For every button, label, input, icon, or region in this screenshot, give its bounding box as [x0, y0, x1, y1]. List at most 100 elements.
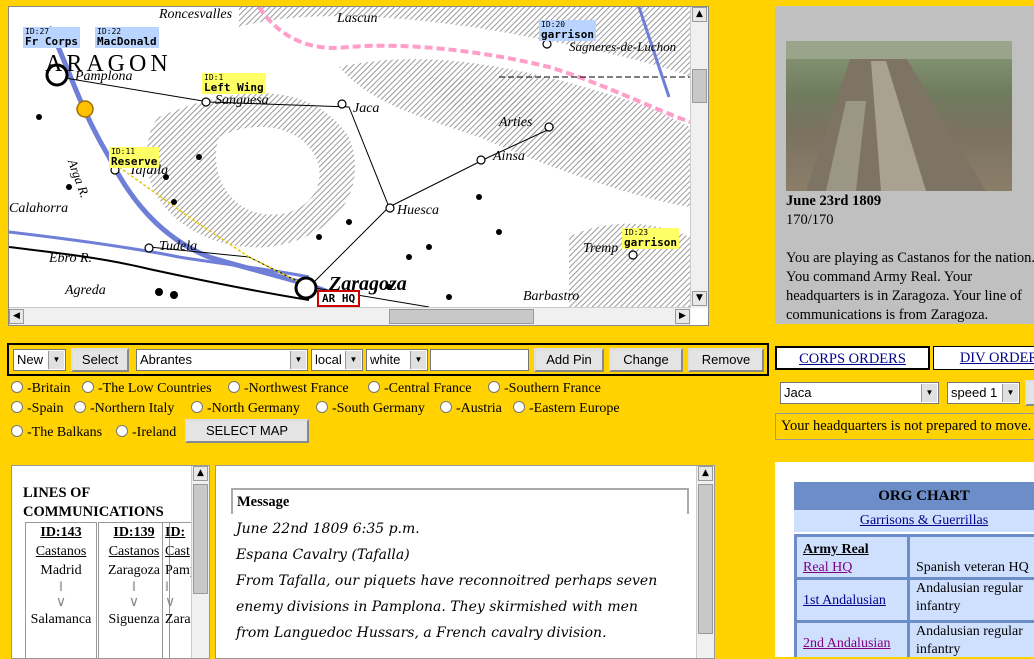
tab-corps-orders[interactable]: CORPS ORDERS [775, 346, 930, 370]
unit-name: garrison [541, 28, 594, 41]
place-label: Barbastro [523, 289, 580, 304]
new-select[interactable]: New [13, 349, 66, 371]
region-radio-spain[interactable]: -Spain [11, 401, 64, 417]
radio-label: -Northern Italy [90, 401, 175, 416]
region-radio-north-germany[interactable]: -North Germany [191, 401, 300, 417]
loc-to: Salamanca [30, 612, 92, 627]
go-button[interactable] [1025, 380, 1034, 406]
region-radio-southern-france[interactable]: -Southern France [488, 381, 601, 397]
unit-marker[interactable]: ID:22 MacDonald [95, 27, 159, 48]
unit-marker[interactable]: ID:27 Fr Corps [23, 27, 80, 48]
add-pin-button[interactable]: Add Pin [534, 348, 604, 372]
select-map-button[interactable]: SELECT MAP [185, 419, 309, 443]
region-radio-ireland[interactable]: -Ireland [116, 425, 176, 441]
place-label: Jaca [353, 101, 380, 116]
loc-from: Madrid [40, 563, 82, 578]
remove-button[interactable]: Remove [688, 348, 764, 372]
loc-id[interactable]: ID:139 [99, 523, 169, 542]
unit-marker[interactable]: ID:11 Reserve [109, 147, 160, 168]
tab-div-orders[interactable]: DIV ORDERS [933, 346, 1034, 370]
scroll-thumb[interactable] [193, 484, 208, 594]
map-horizontal-scrollbar[interactable]: ◀ ▶ [9, 307, 691, 325]
map-vertical-scrollbar[interactable]: ▲ ▼ [690, 7, 708, 308]
army-name: Army Real [803, 542, 869, 557]
scroll-up-icon[interactable]: ▲ [692, 7, 707, 22]
region-radio-northern-italy[interactable]: -Northern Italy [74, 401, 174, 417]
scroll-right-icon[interactable]: ▶ [675, 309, 690, 324]
scroll-thumb[interactable] [389, 309, 534, 324]
radio-label: -Northwest France [244, 381, 349, 396]
scroll-thumb[interactable] [698, 484, 713, 634]
org-chart-title: ORG CHART [794, 482, 1034, 510]
muddy-road-image [786, 41, 1012, 191]
org-unit-desc: Spanish veteran HQ [910, 537, 1034, 577]
place-label: Tremp [583, 241, 619, 256]
scroll-up-icon[interactable]: ▲ [698, 466, 713, 481]
org-unit-link[interactable]: 1st Andalusian [797, 580, 907, 620]
hq-marker[interactable]: AR HQ [317, 290, 361, 307]
loc-id[interactable]: ID:143 [26, 523, 96, 542]
unit-marker[interactable]: ID:20 garrison [539, 20, 596, 41]
scope-select[interactable]: local [311, 349, 363, 371]
loc-scrollbar[interactable]: ▲ [191, 466, 209, 658]
loc-column[interactable]: ID:143 Castanos Madrid ‖ ∨ Salamanca [25, 522, 97, 658]
message-scrollbar[interactable]: ▲ [696, 466, 714, 658]
region-radio-britain[interactable]: -Britain [11, 381, 71, 397]
org-unit-desc: Andalusian regular infantry [910, 623, 1034, 657]
radio-label: -Eastern Europe [529, 401, 620, 416]
pin-text-input[interactable] [430, 349, 529, 371]
org-table: Army Real Real HQ Spanish veteran HQ 1st… [794, 534, 1034, 657]
order-status: Your headquarters is not prepared to mov… [775, 413, 1034, 440]
select-button[interactable]: Select [71, 348, 129, 372]
radio-label: -Central France [384, 381, 472, 396]
place-label: Pamplona [75, 69, 133, 84]
region-radio-nw-france[interactable]: -Northwest France [228, 381, 349, 397]
place-label: Sanguesa [215, 93, 269, 108]
radio-label: -Britain [27, 381, 71, 396]
orders-tabs: CORPS ORDERS DIV ORDERS [775, 343, 1034, 373]
unit-marker[interactable]: ID:23 garrison [622, 228, 679, 249]
loc-commander[interactable]: Castanos [26, 542, 96, 561]
garrisons-link[interactable]: Garrisons & Guerrillas [794, 510, 1034, 532]
location-select[interactable]: Abrantes [136, 349, 308, 371]
org-unit-link[interactable]: 2nd Andalusian [797, 623, 907, 657]
region-radio-low-countries[interactable]: -The Low Countries [82, 381, 212, 397]
unit-name: Left Wing [204, 81, 264, 94]
message-line: June 22nd 1809 6:35 p.m. [236, 521, 420, 537]
region-radio-central-france[interactable]: -Central France [368, 381, 471, 397]
campaign-map[interactable]: Roncesvalles Lascun Sagneres-de-Luchon A… [8, 6, 709, 326]
region-radio-south-germany[interactable]: -South Germany [316, 401, 425, 417]
scroll-left-icon[interactable]: ◀ [9, 309, 24, 324]
place-label: Ainsa [493, 149, 525, 164]
place-label: Ebro R. [49, 251, 93, 266]
scroll-thumb[interactable] [692, 69, 707, 103]
place-label: Sagneres-de-Luchon [569, 39, 677, 54]
speed-select[interactable]: speed 1 [947, 382, 1020, 404]
game-date: June 23rd 1809 [786, 193, 882, 209]
region-radio-balkans[interactable]: -The Balkans [11, 425, 102, 441]
destination-select[interactable]: Jaca [780, 382, 939, 404]
score: 170/170 [786, 212, 834, 228]
scroll-down-icon[interactable]: ▼ [692, 291, 707, 306]
loc-from: Zaragoza [107, 563, 161, 578]
radio-label: -South Germany [332, 401, 425, 416]
scroll-up-icon[interactable]: ▲ [193, 466, 208, 481]
place-label: Arties [499, 115, 533, 130]
change-button[interactable]: Change [609, 348, 683, 372]
region-radio-austria[interactable]: -Austria [440, 401, 502, 417]
color-select[interactable]: white [366, 349, 428, 371]
radio-label: -The Balkans [27, 425, 103, 440]
radio-label: -Austria [456, 401, 502, 416]
message-line: enemy divisions in Pamplona. They skirmi… [236, 599, 638, 615]
loc-title: COMMUNICATIONS [23, 504, 164, 520]
message-panel: Message June 22nd 1809 6:35 p.m. Espana … [215, 465, 715, 659]
unit-name: Fr Corps [25, 35, 78, 48]
radio-label: -Ireland [132, 425, 177, 440]
radio-label: -Spain [27, 401, 64, 416]
loc-commander[interactable]: Castanos [99, 542, 169, 561]
region-radio-eastern-europe[interactable]: -Eastern Europe [513, 401, 620, 417]
unit-marker[interactable]: ID:1 Left Wing [202, 73, 266, 94]
org-unit-link[interactable]: Real HQ [803, 559, 907, 577]
loc-title: LINES OF [23, 485, 91, 501]
loc-column[interactable]: ID:139 Castanos Zaragoza ‖ ∨ Siguenza [98, 522, 170, 658]
